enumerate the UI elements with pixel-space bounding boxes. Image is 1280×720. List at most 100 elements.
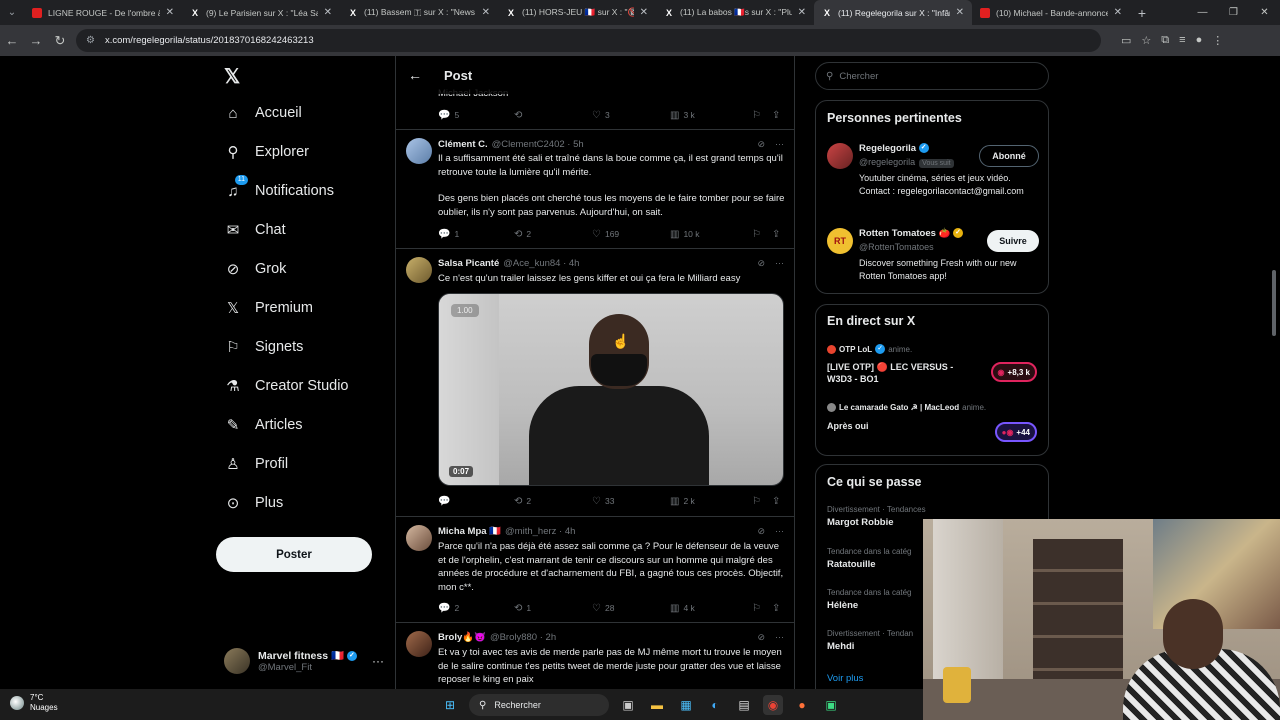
live-host[interactable]: Le camarade Gato ☭ | MacLeod anime. <box>827 403 986 412</box>
share-button[interactable]: ⇪ <box>772 601 784 615</box>
trend-name[interactable]: Ratatouille <box>827 559 876 570</box>
reply-button[interactable]: 💬 2 <box>438 601 514 615</box>
views-button[interactable]: ▥ 10 k <box>670 227 752 241</box>
browser-tab-active[interactable]: X (11) Regelegorila sur X : "Infâm ✕ <box>814 0 972 25</box>
video-player[interactable]: 1.00 0:07 <box>438 293 784 486</box>
store-icon[interactable]: ▦ <box>676 695 696 715</box>
bookmark-star-icon[interactable]: ☆ <box>1141 34 1151 47</box>
grok-icon[interactable]: ⊘ <box>757 258 765 269</box>
profile-icon[interactable]: ● <box>1196 34 1203 47</box>
more-icon[interactable]: ··· <box>372 654 384 668</box>
trend-name[interactable]: Mehdi <box>827 641 854 652</box>
retweet-button[interactable]: ⟲ 2 <box>514 494 592 508</box>
back-arrow-icon[interactable]: ← <box>0 33 24 48</box>
retweet-button[interactable]: ⟲ 2 <box>514 227 592 241</box>
close-tab-icon[interactable]: ✕ <box>956 7 964 18</box>
close-tab-icon[interactable]: ✕ <box>640 7 648 18</box>
maximize-icon[interactable]: ❐ <box>1218 0 1249 25</box>
app-icon[interactable]: ▤ <box>734 695 754 715</box>
nav-item-notifications[interactable]: ♫ 11 Notifications <box>224 175 334 200</box>
author-name[interactable]: Salsa Picanté <box>438 258 499 269</box>
like-button[interactable]: ♡ 3 <box>592 108 670 122</box>
like-button[interactable]: ♡ 28 <box>592 601 670 615</box>
see-more-link[interactable]: Voir plus <box>827 673 863 684</box>
nav-item-signets[interactable]: ⚐ Signets <box>224 338 303 356</box>
following-button[interactable]: Abonné <box>979 145 1039 167</box>
author-handle[interactable]: @ClementC2402 · 5h <box>492 139 584 150</box>
app-green-icon[interactable]: ▣ <box>821 695 841 715</box>
bookmark-button[interactable]: ⚐ <box>752 227 772 241</box>
file-explorer-icon[interactable]: ▬ <box>647 695 667 715</box>
firefox-icon[interactable]: ● <box>792 695 812 715</box>
chrome-icon[interactable]: ◉ <box>763 695 783 715</box>
person-card[interactable]: Regelegorila ✓ @regelegorila Vous suit Ab… <box>827 143 1039 213</box>
more-icon[interactable]: ··· <box>775 258 784 269</box>
close-tab-icon[interactable]: ✕ <box>324 7 332 18</box>
live-listeners-pill[interactable]: ●◉ +44 <box>994 422 1037 442</box>
author-handle[interactable]: @Ace_kun84 · 4h <box>503 258 579 269</box>
playback-speed-badge[interactable]: 1.00 <box>451 304 479 317</box>
trend-name[interactable]: Margot Robbie <box>827 517 894 528</box>
menu-icon[interactable]: ⋮ <box>1212 34 1223 47</box>
live-listeners-pill[interactable]: ◉ +8,3 k <box>990 362 1037 382</box>
forward-arrow-icon[interactable]: → <box>24 33 48 48</box>
task-view-icon[interactable]: ▣ <box>618 695 638 715</box>
nav-item-accueil[interactable]: ⌂ Accueil <box>224 104 301 122</box>
avatar[interactable] <box>827 143 853 169</box>
live-title[interactable]: Après oui <box>827 420 967 432</box>
author-name[interactable]: Broly🔥😈 <box>438 632 486 643</box>
reply-button[interactable]: 💬 1 <box>438 227 514 241</box>
search-input[interactable]: ⚲ Chercher <box>815 62 1049 90</box>
extensions-icon[interactable]: ⧉ <box>1161 34 1169 47</box>
page-scrollbar[interactable] <box>1271 60 1277 340</box>
live-title[interactable]: [LIVE OTP] 🔴 LEC VERSUS - W3D3 - BO1 <box>827 361 967 385</box>
nav-item-chat[interactable]: ✉ Chat <box>224 221 286 239</box>
site-info-icon[interactable]: ⚙ <box>86 35 95 46</box>
person-name[interactable]: Regelegorila <box>859 143 916 154</box>
grok-icon[interactable]: ⊘ <box>757 632 765 643</box>
author-name[interactable]: Clément C. <box>438 139 488 150</box>
views-button[interactable]: ▥ 2 k <box>670 494 752 508</box>
close-window-icon[interactable]: ✕ <box>1249 0 1280 25</box>
avatar[interactable] <box>406 525 432 551</box>
tab-list-chevron-icon[interactable]: ⌄ <box>0 0 24 25</box>
close-tab-icon[interactable]: ✕ <box>166 7 174 18</box>
author-handle[interactable]: @mith_herz · 4h <box>505 526 575 537</box>
avatar[interactable]: RT <box>827 228 853 254</box>
nav-item-profil[interactable]: ♙ Profil <box>224 455 288 473</box>
author-name[interactable]: Micha Mpa 🇫🇷 <box>438 526 501 537</box>
account-switcher[interactable]: Marvel fitness 🇫🇷 ✓ @Marvel_Fit ··· <box>224 645 384 677</box>
media-icon[interactable]: ≡ <box>1179 34 1185 47</box>
avatar[interactable] <box>406 257 432 283</box>
person-card[interactable]: RT Rotten Tomatoes 🍅 ✓ @RottenTomatoes S… <box>827 228 1039 288</box>
x-logo-icon[interactable]: 𝕏 <box>224 64 240 89</box>
avatar[interactable] <box>406 138 432 164</box>
browser-tab[interactable]: X (11) Bassem 🇹 sur X : "News 4 ✕ <box>340 0 498 25</box>
nav-item-premium[interactable]: 𝕏 Premium <box>224 299 313 317</box>
views-button[interactable]: ▥ 4 k <box>670 601 752 615</box>
bookmark-button[interactable]: ⚐ <box>752 108 772 122</box>
retweet-button[interactable]: ⟲ <box>514 108 592 122</box>
more-icon[interactable]: ··· <box>775 632 784 643</box>
reply-button[interactable]: 💬 5 <box>438 108 514 122</box>
nav-item-explorer[interactable]: ⚲ Explorer <box>224 143 310 161</box>
bookmark-button[interactable]: ⚐ <box>752 601 772 615</box>
back-arrow-icon[interactable]: ← <box>408 67 428 83</box>
share-button[interactable]: ⇪ <box>772 108 784 122</box>
share-button[interactable]: ⇪ <box>772 227 784 241</box>
like-button[interactable]: ♡ 33 <box>592 494 670 508</box>
reload-icon[interactable]: ↻ <box>48 33 72 49</box>
grok-icon[interactable]: ⊘ <box>757 139 765 150</box>
person-name[interactable]: Rotten Tomatoes 🍅 <box>859 228 950 239</box>
windows-start-icon[interactable]: ⊞ <box>440 695 460 715</box>
views-button[interactable]: ▥ 3 k <box>670 108 752 122</box>
trend-name[interactable]: Hélène <box>827 600 858 611</box>
follow-button[interactable]: Suivre <box>987 230 1039 252</box>
browser-tab[interactable]: X (9) Le Parisien sur X : "Léa Salam ✕ <box>182 0 340 25</box>
browser-tab[interactable]: X (11) HORS-JEU 🇫🇷 sur X : "🔞 ✕ <box>498 0 656 25</box>
browser-tab[interactable]: LIGNE ROUGE - De l'ombre à la ✕ <box>24 0 182 25</box>
nav-item-creator-studio[interactable]: ⚗ Creator Studio <box>224 377 348 395</box>
close-tab-icon[interactable]: ✕ <box>482 7 490 18</box>
reply-button[interactable]: 💬 <box>438 494 514 508</box>
url-field[interactable]: ⚙ x.com/regelegorila/status/201837016824… <box>76 29 1101 52</box>
